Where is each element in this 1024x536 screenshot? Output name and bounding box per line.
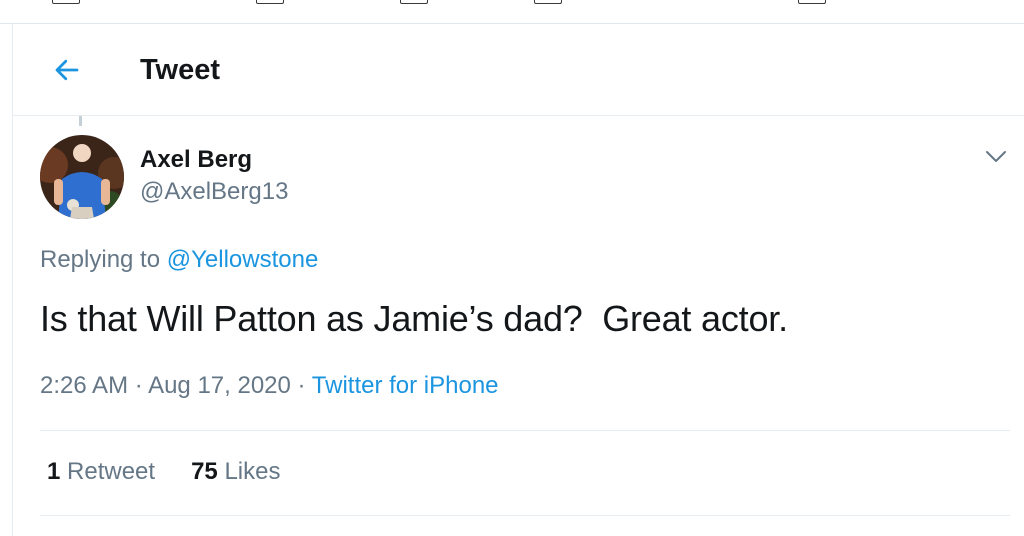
chevron-down-icon — [986, 151, 1006, 162]
replying-to: Replying to @Yellowstone — [40, 246, 318, 274]
toolbar-stub — [52, 0, 80, 4]
divider — [40, 430, 1010, 431]
toolbar-stub — [256, 0, 284, 4]
toolbar-stub — [534, 0, 562, 4]
avatar[interactable] — [40, 135, 124, 219]
toolbar-stub — [798, 0, 826, 4]
back-button[interactable] — [49, 52, 85, 88]
tweet-meta: 2:26 AM · Aug 17, 2020 · Twitter for iPh… — [40, 372, 499, 400]
page-title: Tweet — [140, 54, 221, 86]
author-handle[interactable]: @AxelBerg13 — [140, 178, 288, 206]
author-name[interactable]: Axel Berg — [140, 146, 252, 174]
likes-stat[interactable]: 75 Likes — [191, 458, 280, 486]
thread-connector — [79, 116, 82, 126]
page-header: Tweet — [13, 24, 1024, 116]
meta-separator: · — [128, 372, 149, 399]
divider — [40, 515, 1010, 516]
meta-separator: · — [290, 372, 312, 399]
avatar-photo — [40, 135, 124, 219]
like-label: Likes — [224, 458, 281, 485]
browser-top-strip — [0, 0, 1024, 24]
tweet-time[interactable]: 2:26 AM — [40, 372, 128, 399]
more-options-button[interactable] — [980, 143, 1012, 171]
tweet-text: Is that Will Patton as Jamie’s dad? Grea… — [40, 298, 788, 339]
like-count: 75 — [191, 458, 218, 485]
replying-to-link[interactable]: @Yellowstone — [167, 246, 319, 273]
tweet-stats: 1 Retweet 75 Likes — [47, 458, 280, 486]
arrow-left-icon — [55, 59, 79, 81]
retweet-count: 1 — [47, 458, 61, 485]
replying-to-label: Replying to — [40, 246, 167, 273]
toolbar-stub — [400, 0, 428, 4]
tweet-source-link[interactable]: Twitter for iPhone — [312, 372, 499, 399]
retweet-label: Retweet — [67, 458, 156, 485]
tweet-date[interactable]: Aug 17, 2020 — [148, 372, 291, 399]
retweets-stat[interactable]: 1 Retweet — [47, 458, 155, 486]
